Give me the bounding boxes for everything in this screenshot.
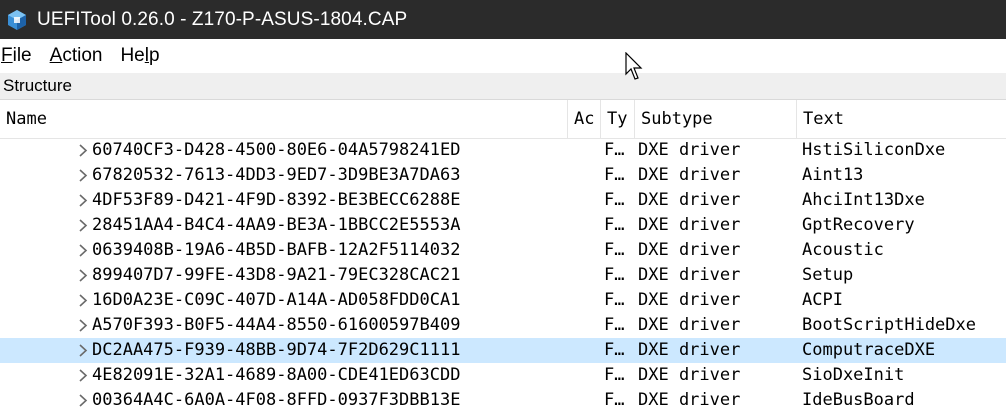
- row-text: AhciInt13Dxe: [802, 190, 925, 210]
- row-name: 28451AA4-B4C4-4AA9-BE3A-1BBCC2E5553A: [92, 215, 461, 235]
- chevron-right-icon[interactable]: [78, 369, 88, 382]
- menu-help-label: p: [148, 45, 160, 66]
- column-header-type[interactable]: Ty: [601, 100, 635, 138]
- row-type: F…: [604, 265, 625, 285]
- row-text: ACPI: [802, 290, 843, 310]
- chevron-right-icon[interactable]: [78, 394, 88, 407]
- row-text: ComputraceDXE: [802, 340, 936, 360]
- row-subtype: DXE driver: [638, 390, 741, 410]
- row-text: GptRecovery: [802, 215, 915, 235]
- row-type: F…: [604, 240, 625, 260]
- tree-rows: 60740CF3-D428-4500-80E6-04A5798241ED F… …: [0, 138, 1006, 413]
- row-name: 16D0A23E-C09C-407D-A14A-AD058FDD0CA1: [92, 290, 461, 310]
- row-text: HstiSiliconDxe: [802, 140, 946, 160]
- row-text: Acoustic: [802, 240, 884, 260]
- chevron-right-icon[interactable]: [78, 169, 88, 182]
- menu-action[interactable]: Action: [50, 45, 103, 67]
- row-subtype: DXE driver: [638, 140, 741, 160]
- column-header-action[interactable]: Ac: [568, 100, 601, 138]
- menu-bar: File Action Help: [0, 39, 1006, 73]
- window-title: UEFITool 0.26.0 - Z170-P-ASUS-1804.CAP: [37, 8, 408, 30]
- structure-panel-header: Structure: [0, 73, 1006, 100]
- row-name: 67820532-7613-4DD3-9ED7-3D9BE3A7DA63: [92, 165, 461, 185]
- row-subtype: DXE driver: [638, 365, 741, 385]
- row-name: 60740CF3-D428-4500-80E6-04A5798241ED: [92, 140, 461, 160]
- row-subtype: DXE driver: [638, 315, 741, 335]
- table-row[interactable]: 4E82091E-32A1-4689-8A00-CDE41ED63CDD F… …: [0, 363, 1006, 388]
- row-subtype: DXE driver: [638, 240, 741, 260]
- table-row[interactable]: 4DF53F89-D421-4F9D-8392-BE3BECC6288E F… …: [0, 188, 1006, 213]
- row-type: F…: [604, 290, 625, 310]
- row-text: BootScriptHideDxe: [802, 315, 976, 335]
- table-row[interactable]: 00364A4C-6A0A-4F08-8FFD-0937F3DBB13E F… …: [0, 388, 1006, 413]
- menu-file-mnemonic: F: [1, 45, 13, 66]
- chevron-right-icon[interactable]: [78, 294, 88, 307]
- chevron-right-icon[interactable]: [78, 319, 88, 332]
- table-row[interactable]: 899407D7-99FE-43D8-9A21-79EC328CAC21 F… …: [0, 263, 1006, 288]
- title-bar: UEFITool 0.26.0 - Z170-P-ASUS-1804.CAP: [0, 0, 1006, 39]
- column-header-text[interactable]: Text: [797, 100, 1006, 138]
- table-row[interactable]: 0639408B-19A6-4B5D-BAFB-12A2F5114032 F… …: [0, 238, 1006, 263]
- menu-file-label: ile: [12, 45, 32, 66]
- table-row[interactable]: 16D0A23E-C09C-407D-A14A-AD058FDD0CA1 F… …: [0, 288, 1006, 313]
- row-name: 899407D7-99FE-43D8-9A21-79EC328CAC21: [92, 265, 461, 285]
- row-subtype: DXE driver: [638, 340, 741, 360]
- row-name: A570F393-B0F5-44A4-8550-61600597B409: [92, 315, 461, 335]
- row-subtype: DXE driver: [638, 215, 741, 235]
- table-row[interactable]: 28451AA4-B4C4-4AA9-BE3A-1BBCC2E5553A F… …: [0, 213, 1006, 238]
- row-name: 4DF53F89-D421-4F9D-8392-BE3BECC6288E: [92, 190, 461, 210]
- row-type: F…: [604, 340, 625, 360]
- uefitool-icon[interactable]: [6, 9, 28, 31]
- row-subtype: DXE driver: [638, 190, 741, 210]
- column-header-subtype[interactable]: Subtype: [635, 100, 797, 138]
- tree-header: Name Ac Ty Subtype Text: [0, 100, 1006, 139]
- table-row-selected[interactable]: DC2AA475-F939-48BB-9D74-7F2D629C1111 F… …: [0, 338, 1006, 363]
- structure-label: Structure: [3, 76, 72, 95]
- row-name: 00364A4C-6A0A-4F08-8FFD-0937F3DBB13E: [92, 390, 461, 410]
- row-name: DC2AA475-F939-48BB-9D74-7F2D629C1111: [92, 340, 461, 360]
- menu-file[interactable]: File: [1, 45, 32, 67]
- row-type: F…: [604, 190, 625, 210]
- chevron-right-icon[interactable]: [78, 194, 88, 207]
- column-header-name[interactable]: Name: [0, 100, 568, 138]
- chevron-right-icon[interactable]: [78, 344, 88, 357]
- row-subtype: DXE driver: [638, 165, 741, 185]
- row-type: F…: [604, 215, 625, 235]
- row-name: 4E82091E-32A1-4689-8A00-CDE41ED63CDD: [92, 365, 461, 385]
- table-row[interactable]: 60740CF3-D428-4500-80E6-04A5798241ED F… …: [0, 138, 1006, 163]
- menu-action-label: ction: [62, 45, 103, 66]
- menu-action-mnemonic: A: [49, 45, 63, 66]
- chevron-right-icon[interactable]: [78, 244, 88, 257]
- row-type: F…: [604, 390, 625, 410]
- menu-help[interactable]: Help: [120, 45, 159, 67]
- row-name: 0639408B-19A6-4B5D-BAFB-12A2F5114032: [92, 240, 461, 260]
- row-text: SioDxeInit: [802, 365, 905, 385]
- mouse-cursor-icon: [625, 52, 643, 80]
- table-row[interactable]: A570F393-B0F5-44A4-8550-61600597B409 F… …: [0, 313, 1006, 338]
- chevron-right-icon[interactable]: [78, 144, 88, 157]
- menu-help-prefix: He: [120, 45, 145, 66]
- row-text: Aint13: [802, 165, 864, 185]
- row-text: IdeBusBoard: [802, 390, 915, 410]
- row-type: F…: [604, 140, 625, 160]
- row-type: F…: [604, 315, 625, 335]
- table-row[interactable]: 67820532-7613-4DD3-9ED7-3D9BE3A7DA63 F… …: [0, 163, 1006, 188]
- row-type: F…: [604, 165, 625, 185]
- row-type: F…: [604, 365, 625, 385]
- row-subtype: DXE driver: [638, 290, 741, 310]
- chevron-right-icon[interactable]: [78, 219, 88, 232]
- row-subtype: DXE driver: [638, 265, 741, 285]
- row-text: Setup: [802, 265, 854, 285]
- chevron-right-icon[interactable]: [78, 269, 88, 282]
